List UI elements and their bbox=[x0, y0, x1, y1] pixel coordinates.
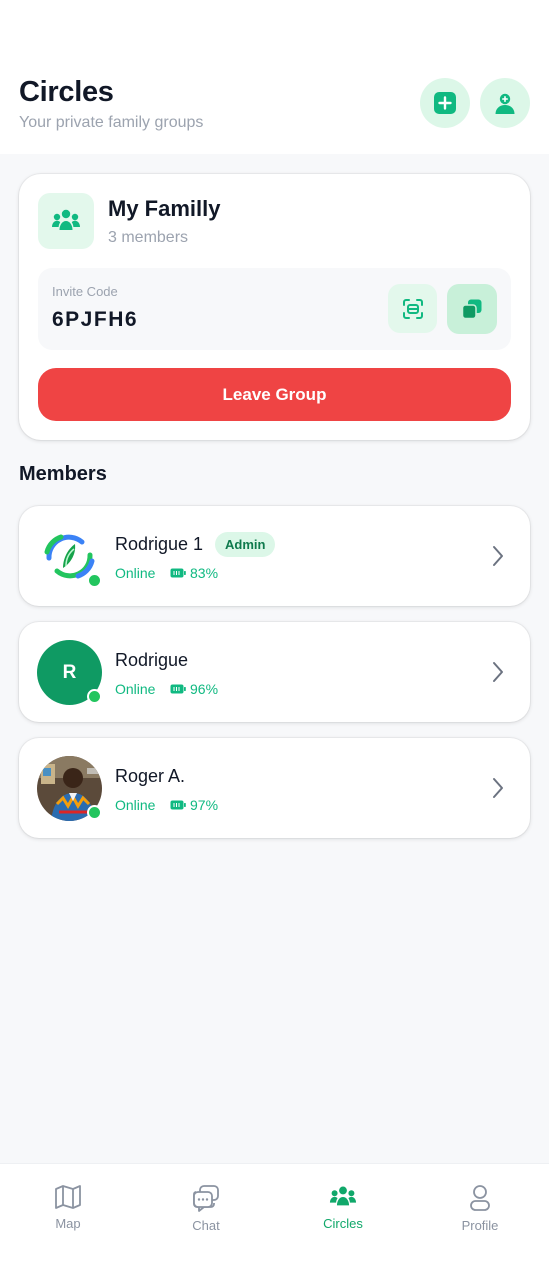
scan-icon bbox=[402, 298, 423, 319]
online-indicator bbox=[87, 689, 102, 704]
battery-percent: 83% bbox=[190, 565, 219, 581]
nav-item-circles[interactable]: Circles bbox=[283, 1184, 403, 1231]
invite-code-value: 6PJFH6 bbox=[52, 308, 139, 331]
group-card: My Familly 3 members Invite Code 6PJFH6 … bbox=[19, 174, 530, 440]
member-name: Rodrigue bbox=[115, 650, 189, 670]
plus-square-icon bbox=[434, 92, 456, 114]
qr-code-button[interactable] bbox=[388, 284, 437, 333]
page-subtitle: Your private family groups bbox=[19, 114, 204, 131]
app-header: Circles Your private family groups bbox=[0, 0, 549, 154]
nav-item-chat[interactable]: Chat bbox=[146, 1184, 266, 1233]
battery-level: 97% bbox=[170, 797, 218, 813]
member-status: Online bbox=[115, 797, 156, 813]
nav-label: Map bbox=[55, 1216, 81, 1231]
nav-label: Profile bbox=[461, 1218, 499, 1233]
chevron-right-icon bbox=[493, 778, 503, 798]
invite-code-box: Invite Code 6PJFH6 bbox=[38, 268, 511, 350]
create-group-button[interactable] bbox=[420, 78, 470, 128]
nav-label: Circles bbox=[323, 1216, 363, 1231]
member-status: Online bbox=[115, 681, 156, 697]
copy-code-button[interactable] bbox=[447, 284, 497, 334]
battery-percent: 97% bbox=[190, 797, 219, 813]
battery-percent: 96% bbox=[190, 681, 219, 697]
nav-label: Chat bbox=[192, 1218, 220, 1233]
join-group-button[interactable] bbox=[480, 78, 530, 128]
bottom-nav: Map Chat Circles Profile bbox=[0, 1163, 549, 1280]
group-member-count: 3 members bbox=[108, 229, 189, 246]
leave-group-button[interactable]: Leave Group bbox=[38, 368, 511, 421]
member-name: Roger A. bbox=[115, 766, 186, 786]
battery-level: 96% bbox=[170, 681, 218, 697]
battery-level: 83% bbox=[170, 565, 218, 581]
member-card[interactable]: R Rodrigue Online 96% bbox=[19, 622, 530, 722]
profile-icon bbox=[470, 1185, 490, 1211]
map-icon bbox=[55, 1185, 81, 1209]
nav-item-profile[interactable]: Profile bbox=[420, 1184, 540, 1233]
admin-badge: Admin bbox=[215, 532, 276, 557]
battery-icon bbox=[170, 684, 186, 694]
page-title: Circles bbox=[19, 76, 114, 108]
members-heading: Members bbox=[19, 463, 107, 485]
battery-icon bbox=[170, 800, 186, 810]
member-name: Rodrigue 1 bbox=[115, 534, 204, 554]
user-add-icon bbox=[495, 93, 515, 114]
member-card[interactable]: Roger A. Online 97% bbox=[19, 738, 530, 838]
nav-item-map[interactable]: Map bbox=[8, 1184, 128, 1231]
online-indicator bbox=[87, 573, 102, 588]
group-name: My Familly bbox=[108, 196, 221, 221]
chevron-right-icon bbox=[493, 546, 503, 566]
chevron-right-icon bbox=[493, 662, 503, 682]
member-status: Online bbox=[115, 565, 156, 581]
battery-icon bbox=[170, 568, 186, 578]
circles-icon bbox=[329, 1186, 357, 1206]
invite-code-label: Invite Code bbox=[52, 284, 118, 299]
copy-icon bbox=[461, 299, 482, 320]
chat-icon bbox=[193, 1185, 219, 1212]
member-card[interactable]: Rodrigue 1 Admin Online 83% bbox=[19, 506, 530, 606]
group-icon bbox=[52, 209, 80, 230]
group-avatar bbox=[38, 193, 94, 249]
online-indicator bbox=[87, 805, 102, 820]
